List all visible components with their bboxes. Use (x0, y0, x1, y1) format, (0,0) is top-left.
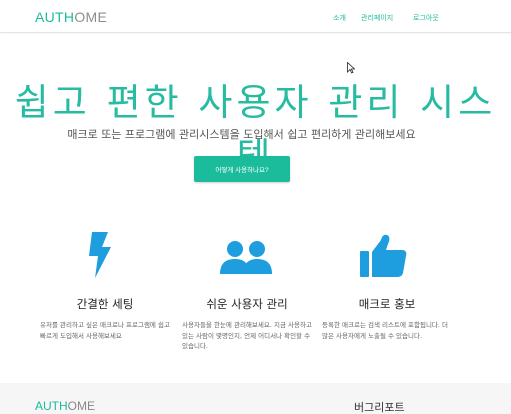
feature-title: 간결한 세팅 (76, 297, 134, 311)
users-icon (220, 241, 272, 274)
feature-title: 쉬운 사용자 관리 (206, 297, 288, 311)
feature-desc: 사용자들을 한눈에 관리해보세요. 지금 사용하고 있는 사람이 몇명인지, 언… (182, 321, 312, 350)
footer-brand-part-ome: OME (67, 399, 96, 413)
nav-admin-link[interactable]: 관리페이지 (361, 13, 393, 23)
footer: AUTHOME 버그리포트 (0, 383, 511, 414)
bug-report-link[interactable]: 버그리포트 (354, 399, 405, 414)
brand-logo[interactable]: AUTHOME (35, 9, 107, 25)
footer-brand-logo[interactable]: AUTHOME (35, 399, 95, 413)
nav-logout-link[interactable]: 로그아웃 (413, 13, 439, 23)
brand-part-auth: AUTH (35, 9, 75, 25)
feature-desc: 유저를 관리하고 싶은 매크로나 프로그램에 쉽고 빠르게 도입해서 사용해보세… (40, 321, 170, 340)
footer-brand-part-auth: AUTH (35, 399, 68, 413)
brand-part-ome: OME (74, 9, 108, 25)
how-to-use-button[interactable]: 어떻게 사용하나요? (194, 156, 290, 182)
thumbs-up-icon (360, 234, 407, 277)
hero-subtitle: 매크로 또는 프로그램에 관리시스템을 도입해서 쉽고 편리하게 관리해보세요 (67, 128, 416, 141)
navbar: AUTHOME 소개 관리페이지 로그아웃 (0, 0, 511, 33)
lightning-bolt-icon (89, 232, 111, 278)
nav-about-link[interactable]: 소개 (333, 13, 346, 23)
feature-title: 매크로 홍보 (358, 297, 416, 311)
feature-desc: 등록한 매크로는 검색 리스트에 포함됩니다. 더 많은 사용자에게 노출될 수… (322, 321, 449, 340)
mouse-cursor-icon (347, 62, 355, 74)
hero-section: 쉽고 편한 사용자 관리 시스템 매크로 또는 프로그램에 관리시스템을 도입해… (0, 34, 511, 214)
